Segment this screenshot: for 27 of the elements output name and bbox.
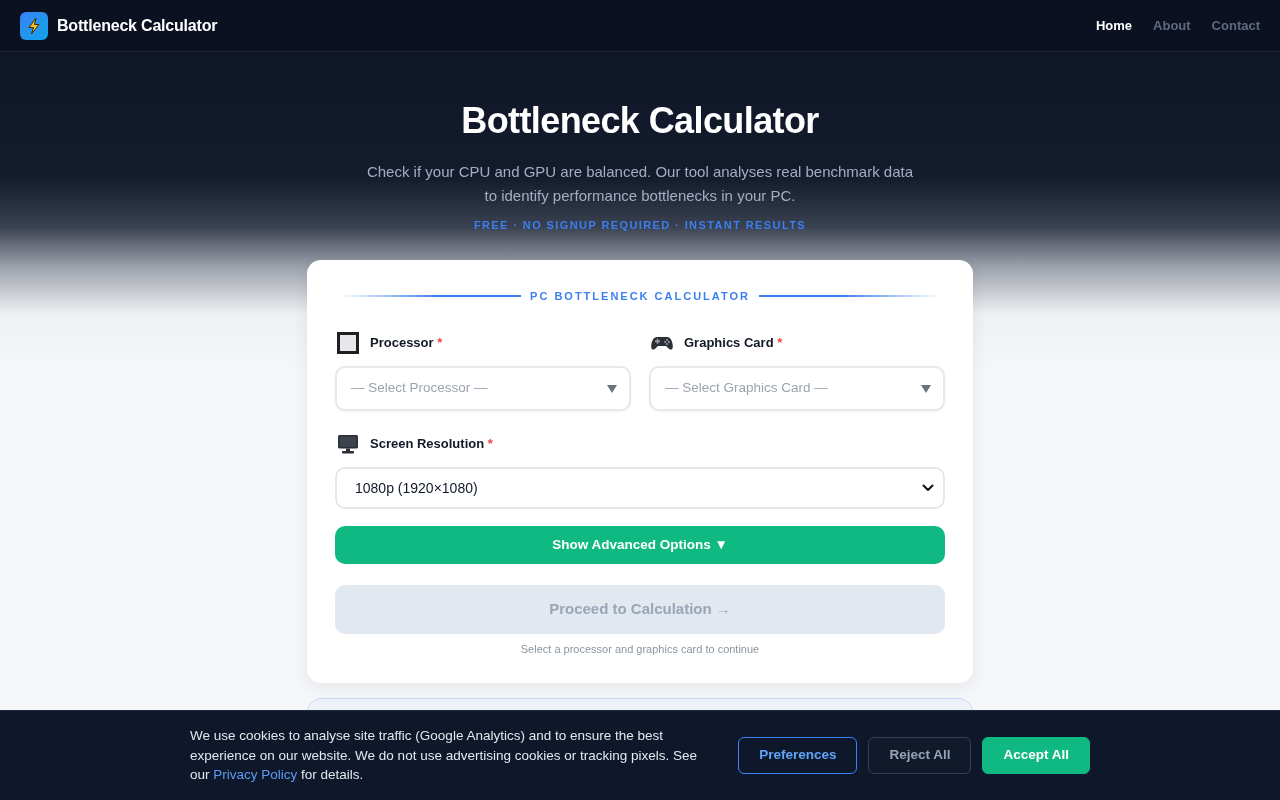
nav-link[interactable]: Home <box>1095 15 1133 36</box>
resolution-select[interactable]: 1080p (1920×1080) <box>335 467 945 509</box>
page-title: Bottleneck Calculator <box>461 100 819 142</box>
feature-tagline: FREE · NO SIGNUP REQUIRED · INSTANT RESULTS <box>473 218 807 233</box>
privacy-policy-link[interactable]: Privacy Policy <box>213 767 298 783</box>
caret-icon <box>607 384 617 393</box>
select-field[interactable]: — Select Graphics Card — <box>649 366 945 411</box>
preferences-button[interactable]: Preferences <box>738 737 858 774</box>
caret-icon <box>921 384 931 393</box>
accept-button[interactable]: Accept All <box>982 737 1090 774</box>
hint-text: Select a processor and graphics card to continue <box>520 642 760 657</box>
nav-link[interactable]: About <box>1153 15 1191 36</box>
chevron-icon <box>922 484 934 492</box>
monitor-icon <box>337 433 359 455</box>
page-subtitle: Check if your CPU and GPU are balanced. Our tool analyses real benchmark data to identify performance bottlenecks in your PC. <box>365 162 915 206</box>
advanced-options-button[interactable]: Show Advanced Options ▼ <box>335 526 945 564</box>
cookie-notice-text: We use cookies to analyse site traffic (Google Analytics) and to ensure the best experience on our website. We do not use advertising cookies or tracking pixels. See our Privacy Policy for details. <box>190 727 699 785</box>
select-field[interactable]: — Select Processor — <box>335 366 631 411</box>
reject-button[interactable]: Reject All <box>868 737 972 774</box>
lightning-logo-icon <box>20 11 48 40</box>
brand-name[interactable]: Bottleneck Calculator <box>57 13 218 38</box>
field-label: Processor * <box>370 334 443 352</box>
nav-link[interactable]: Contact <box>1211 15 1260 36</box>
field-label: Graphics Card * <box>684 334 783 352</box>
field-label: Screen Resolution * <box>370 435 493 453</box>
square-chip-icon <box>337 332 359 354</box>
section-heading: PC BOTTLENECK CALCULATOR <box>530 289 750 304</box>
